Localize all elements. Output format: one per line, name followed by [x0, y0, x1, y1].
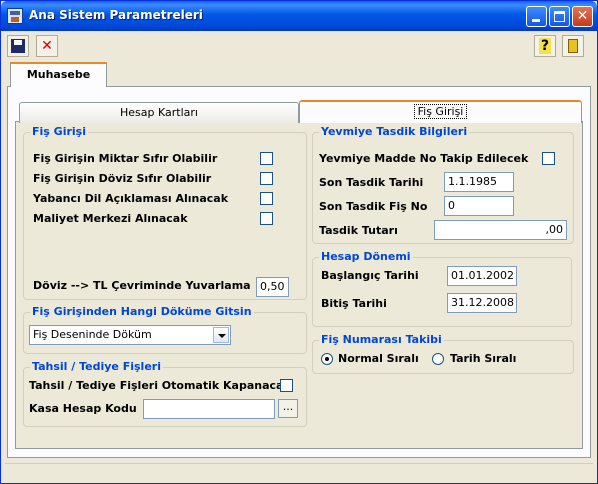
- bitis-tarihi-label: Bitiş Tarihi: [321, 297, 387, 310]
- maliyet-merkezi-label: Maliyet Merkezi Alınacak: [33, 212, 188, 225]
- delete-button[interactable]: ✕: [36, 35, 58, 57]
- help-button[interactable]: ?: [534, 35, 556, 57]
- save-button[interactable]: [7, 35, 29, 57]
- tahsil-legend: Tahsil / Tediye Fişleri: [30, 360, 163, 373]
- exit-icon: [568, 39, 578, 53]
- fis-girisi-legend: Fiş Girişi: [30, 125, 88, 138]
- yabanci-dil-label: Yabancı Dil Açıklaması Alınacak: [33, 192, 229, 205]
- chevron-down-icon[interactable]: [213, 327, 229, 343]
- tasdik-tutari-label: Tasdik Tutarı: [319, 224, 398, 237]
- bitis-tarihi-input[interactable]: 31.12.2008: [447, 293, 517, 313]
- doviz-sifir-checkbox[interactable]: [260, 172, 273, 185]
- son-tasdik-tarihi-input[interactable]: 1.1.1985: [444, 172, 514, 192]
- maliyet-merkezi-checkbox[interactable]: [260, 212, 273, 225]
- close-button[interactable]: ✕: [572, 6, 593, 27]
- tab-fis-girisi[interactable]: Fiş Girişi: [299, 100, 582, 123]
- app-icon: [7, 8, 23, 24]
- status-bar: [5, 463, 593, 481]
- normal-sirali-label[interactable]: Normal Sıralı: [338, 352, 419, 365]
- son-tasdik-tarihi-label: Son Tasdik Tarihi: [319, 176, 424, 189]
- help-icon: ?: [539, 38, 551, 54]
- dokum-select[interactable]: Fiş Deseninde Döküm: [29, 325, 231, 345]
- yevmiye-legend: Yevmiye Tasdik Bilgileri: [319, 125, 470, 138]
- tab-muhasebe[interactable]: Muhasebe: [10, 62, 107, 87]
- miktar-sifir-label: Fiş Girişin Miktar Sıfır Olabilir: [33, 152, 218, 165]
- exit-button[interactable]: [562, 35, 584, 57]
- son-tasdik-fis-label: Son Tasdik Fiş No: [319, 200, 428, 213]
- madde-no-label: Yevmiye Madde No Takip Edilecek: [319, 152, 529, 165]
- baslangic-tarihi-input[interactable]: 01.01.2002: [447, 266, 517, 286]
- kasa-hesap-input[interactable]: [143, 399, 275, 419]
- dokum-selected: Fiş Deseninde Döküm: [33, 328, 152, 341]
- hesap-donemi-legend: Hesap Dönemi: [319, 250, 413, 263]
- main-window: Ana Sistem Parametreleri ✕ ✕ ? Muhasebe …: [0, 0, 598, 484]
- normal-sirali-radio[interactable]: [321, 353, 333, 365]
- maximize-button[interactable]: [549, 6, 570, 27]
- dokum-legend: Fiş Girişinden Hangi Döküme Gitsin: [30, 305, 254, 318]
- yuvarlama-input[interactable]: 0,50: [256, 277, 289, 297]
- window-title: Ana Sistem Parametreleri: [29, 8, 203, 22]
- doviz-sifir-label: Fiş Girişin Döviz Sıfır Olabilir: [33, 172, 212, 185]
- miktar-sifir-checkbox[interactable]: [260, 152, 273, 165]
- tarih-sirali-radio[interactable]: [432, 353, 444, 365]
- otomatik-kapanacak-label: Tahsil / Tediye Fişleri Otomatik Kapanac…: [29, 379, 291, 392]
- kasa-browse-button[interactable]: ...: [278, 399, 298, 418]
- son-tasdik-fis-input[interactable]: 0: [444, 196, 514, 216]
- hesap-donemi-group: Hesap Dönemi: [312, 250, 572, 327]
- otomatik-kapanacak-checkbox[interactable]: [280, 379, 293, 392]
- minimize-button[interactable]: [526, 6, 547, 27]
- title-bar[interactable]: Ana Sistem Parametreleri ✕: [1, 1, 597, 31]
- tab-hesap-kartlari[interactable]: Hesap Kartları: [19, 102, 299, 123]
- tab-fis-girisi-label: Fiş Girişi: [413, 104, 468, 119]
- yuvarlama-label: Döviz --> TL Çevriminde Yuvarlama: [33, 279, 251, 292]
- fis-numarasi-legend: Fiş Numarası Takibi: [319, 333, 444, 346]
- delete-icon: ✕: [41, 38, 53, 54]
- baslangic-tarihi-label: Başlangıç Tarihi: [321, 269, 419, 282]
- madde-no-checkbox[interactable]: [542, 152, 555, 165]
- kasa-hesap-label: Kasa Hesap Kodu: [29, 402, 137, 415]
- tarih-sirali-label[interactable]: Tarih Sıralı: [450, 352, 516, 365]
- save-icon: [11, 39, 25, 53]
- yabanci-dil-checkbox[interactable]: [260, 192, 273, 205]
- tasdik-tutari-input[interactable]: ,00: [434, 220, 567, 240]
